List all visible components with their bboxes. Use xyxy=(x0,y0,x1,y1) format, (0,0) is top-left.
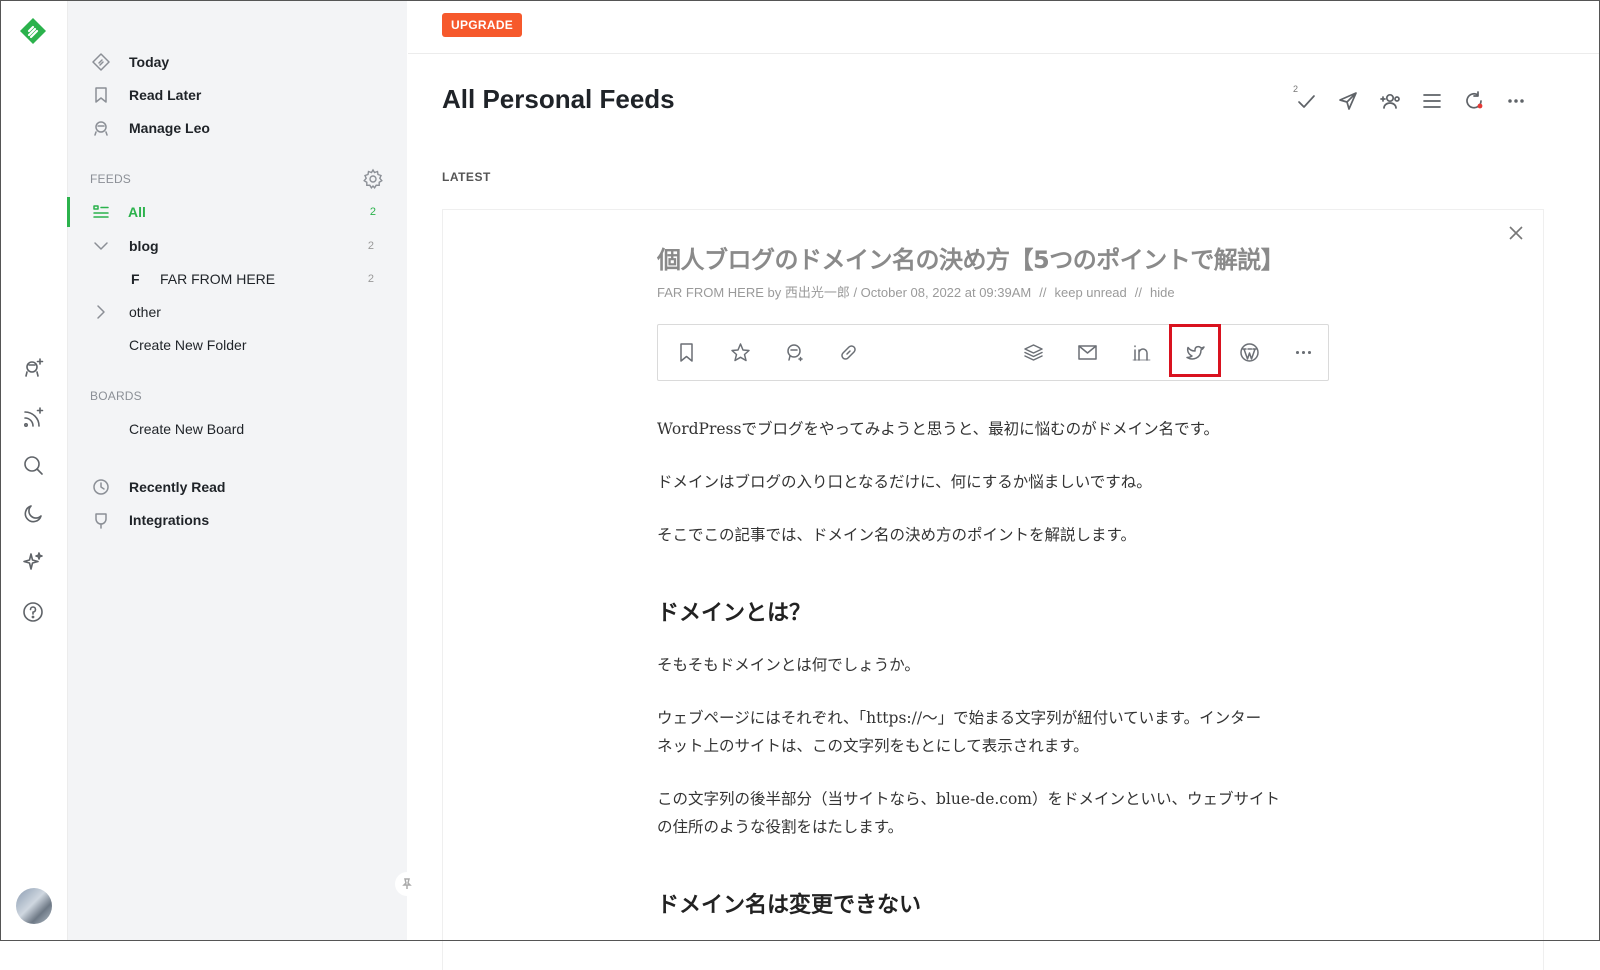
bookmark-icon[interactable] xyxy=(671,337,701,367)
mark-as-read-button[interactable]: 2 xyxy=(1291,84,1321,116)
leo-icon xyxy=(90,117,112,139)
top-bar: UPGRADE xyxy=(408,0,1600,54)
keep-unread-link[interactable]: keep unread xyxy=(1054,285,1126,300)
paragraph: ドメインはブログの入り口となるだけに、何にするか悩ましいですね。 xyxy=(657,473,1152,491)
hide-link[interactable]: hide xyxy=(1150,285,1175,300)
leo-sparkle-icon[interactable] xyxy=(18,547,48,577)
sidebar-item-all[interactable]: All 2 xyxy=(67,197,409,227)
wordpress-icon[interactable] xyxy=(1234,337,1264,367)
clock-icon xyxy=(90,476,112,498)
link-icon[interactable] xyxy=(833,337,863,367)
article-meta: FAR FROM HERE by 西出光一郎 / October 08, 202… xyxy=(657,285,1175,300)
bookmark-icon xyxy=(90,84,112,106)
create-new-folder[interactable]: Create New Folder xyxy=(68,330,407,360)
more-icon xyxy=(1508,99,1524,103)
list-icon xyxy=(90,201,112,223)
check-icon xyxy=(1298,95,1315,108)
main-content: UPGRADE All Personal Feeds 2 LATEST 個人ブロ… xyxy=(408,0,1600,970)
paragraph: の住所のような役割をはたします。 xyxy=(657,818,904,836)
paragraph: WordPressでブログをやってみようと思うと、最初に悩むのがドメイン名です。 xyxy=(657,420,1220,438)
team-icon xyxy=(1380,93,1400,109)
share-team-button[interactable] xyxy=(1375,86,1405,116)
refresh-icon xyxy=(1466,91,1483,109)
email-icon[interactable] xyxy=(1072,337,1102,367)
article-heading: ドメインとは？ xyxy=(657,601,812,626)
twitter-highlight-box xyxy=(1169,324,1221,377)
plug-icon xyxy=(90,509,112,531)
boards-heading: BOARDS xyxy=(90,389,142,403)
send-button[interactable] xyxy=(1333,86,1363,116)
more-icon[interactable] xyxy=(1288,337,1318,367)
gear-icon[interactable] xyxy=(362,168,384,190)
today-icon xyxy=(90,51,112,73)
feeds-heading: FEEDS xyxy=(90,172,132,186)
leo-prioritize-icon[interactable] xyxy=(779,337,809,367)
search-icon[interactable] xyxy=(18,450,48,480)
article-heading: ドメイン名は変更できない xyxy=(657,893,922,918)
sidebar-item-far-from-here[interactable]: F FAR FROM HERE 2 xyxy=(68,264,407,294)
avatar[interactable] xyxy=(16,888,52,924)
star-icon[interactable] xyxy=(725,337,755,367)
sidebar-item-integrations[interactable]: Integrations xyxy=(68,505,407,535)
sidebar-item-other[interactable]: other xyxy=(68,297,407,327)
paragraph: この文字列の後半部分（当サイトなら、blue-de.com）をドメインといい、ウ… xyxy=(657,790,1281,808)
add-feed-icon[interactable] xyxy=(18,403,48,433)
paragraph: そもそもドメインとは何でしょうか。 xyxy=(657,656,920,674)
close-icon[interactable] xyxy=(1505,222,1527,244)
paragraph: ネット上のサイトは、この文字列をもとにして表示されます。 xyxy=(657,737,1089,755)
paragraph: そこでこの記事では、ドメイン名の決め方のポイントを解説します。 xyxy=(657,526,1136,544)
feed-favicon: F xyxy=(131,271,140,287)
page-title: All Personal Feeds xyxy=(442,84,675,114)
chevron-down-icon[interactable] xyxy=(90,235,112,257)
layout-button[interactable] xyxy=(1417,86,1447,116)
article-title[interactable]: 個人ブログのドメイン名の決め方【5つのポイントで解説】 xyxy=(657,240,1285,275)
dark-mode-icon[interactable] xyxy=(18,499,48,529)
linkedin-icon[interactable] xyxy=(1126,337,1156,367)
sidebar-item-recently-read[interactable]: Recently Read xyxy=(68,472,407,502)
article-source[interactable]: FAR FROM HERE by 西出光一郎 / October 08, 202… xyxy=(657,285,1031,300)
chevron-right-icon[interactable] xyxy=(90,301,112,323)
send-icon xyxy=(1339,92,1357,110)
left-rail xyxy=(0,0,68,941)
feedly-logo-icon[interactable] xyxy=(18,16,48,46)
create-new-board[interactable]: Create New Board xyxy=(68,414,407,444)
sidebar: Today Read Later Manage Leo FEEDS All 2 … xyxy=(67,0,419,941)
add-source-icon[interactable] xyxy=(18,353,48,383)
sidebar-item-today[interactable]: Today xyxy=(68,47,407,77)
paragraph: ウェブページにはそれぞれ、「https://〜」で始まる文字列が紐付いています。… xyxy=(657,709,1262,727)
sidebar-item-read-later[interactable]: Read Later xyxy=(68,80,407,110)
more-options-button[interactable] xyxy=(1501,86,1531,116)
list-view-icon xyxy=(1423,94,1441,108)
sidebar-item-manage-leo[interactable]: Manage Leo xyxy=(68,113,407,143)
help-icon[interactable] xyxy=(18,597,48,627)
sidebar-item-blog[interactable]: blog 2 xyxy=(68,231,407,261)
share-toolbar xyxy=(657,324,1329,381)
upgrade-button[interactable]: UPGRADE xyxy=(442,13,523,37)
section-latest: LATEST xyxy=(442,170,491,184)
refresh-button[interactable] xyxy=(1459,86,1489,116)
buffer-icon[interactable] xyxy=(1018,337,1048,367)
article-card: 個人ブログのドメイン名の決め方【5つのポイントで解説】 FAR FROM HER… xyxy=(442,209,1544,970)
